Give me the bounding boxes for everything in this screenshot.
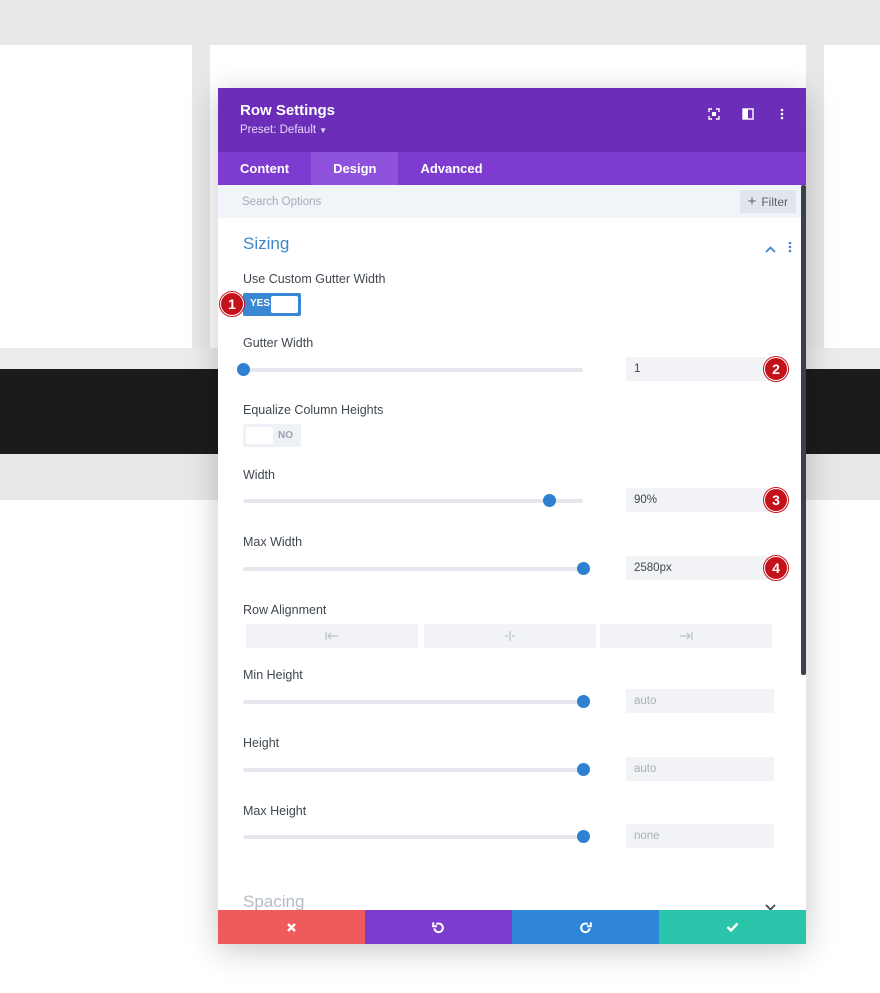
redo-icon <box>580 921 592 933</box>
modal-header: Row Settings Preset: Default ▼ <box>218 88 806 152</box>
gutter-width-input[interactable] <box>626 357 774 381</box>
align-right-icon <box>680 632 693 640</box>
callout-badge-2: 2 <box>764 357 788 381</box>
gutter-width-slider[interactable] <box>237 363 583 376</box>
modal-footer <box>218 910 806 944</box>
slider-thumb[interactable] <box>577 763 590 776</box>
min-height-label: Min Height <box>243 668 303 682</box>
filter-label: Filter <box>761 194 788 209</box>
spacing-section-title[interactable]: Spacing <box>243 892 304 910</box>
sizing-section-title[interactable]: Sizing <box>243 234 289 254</box>
slider-thumb[interactable] <box>543 494 556 507</box>
height-slider[interactable] <box>243 763 590 776</box>
height-input[interactable] <box>626 757 774 781</box>
header-actions <box>704 104 792 124</box>
scrollbar[interactable] <box>801 185 806 675</box>
slider-thumb[interactable] <box>577 562 590 575</box>
callout-badge-3: 3 <box>764 488 788 512</box>
use-custom-gutter-toggle[interactable]: YES <box>243 293 301 316</box>
sizing-section-actions <box>765 240 792 258</box>
settings-tabs: Content Design Advanced <box>218 152 806 185</box>
align-center-icon <box>505 631 515 641</box>
align-left-icon <box>325 632 338 640</box>
redo-button[interactable] <box>512 910 659 944</box>
more-vertical-icon[interactable] <box>772 104 792 124</box>
chevron-down-icon[interactable] <box>765 898 776 910</box>
slider-thumb[interactable] <box>237 363 250 376</box>
max-width-label: Max Width <box>243 535 303 549</box>
slider-thumb[interactable] <box>577 695 590 708</box>
toggle-state-text: YES <box>250 298 271 309</box>
row-settings-modal: Row Settings Preset: Default ▼ Content D… <box>218 88 806 944</box>
section-more-icon[interactable] <box>788 240 792 258</box>
toggle-knob <box>246 427 273 444</box>
modal-title: Row Settings <box>240 102 336 119</box>
split-view-icon[interactable] <box>738 104 758 124</box>
width-label: Width <box>243 468 275 482</box>
toggle-knob <box>271 296 298 313</box>
undo-icon <box>432 921 444 933</box>
gutter-width-label: Gutter Width <box>243 336 314 350</box>
width-slider[interactable] <box>243 494 583 507</box>
undo-button[interactable] <box>365 910 512 944</box>
cancel-button[interactable] <box>218 910 365 944</box>
tab-content[interactable]: Content <box>218 152 311 185</box>
width-input[interactable] <box>626 488 774 512</box>
settings-content: Sizing Use Custom Gutter Width YES 1 Gut… <box>218 218 806 910</box>
search-row: + Filter <box>218 185 806 218</box>
chevron-up-icon[interactable] <box>765 240 776 258</box>
focus-icon[interactable] <box>704 104 724 124</box>
preset-label: Preset: Default <box>240 124 317 136</box>
tab-design[interactable]: Design <box>311 152 399 185</box>
search-options-input[interactable] <box>218 185 718 218</box>
callout-badge-4: 4 <box>764 556 788 580</box>
close-icon <box>287 922 296 932</box>
check-icon <box>726 922 739 932</box>
slider-thumb[interactable] <box>577 830 590 843</box>
align-right-button[interactable] <box>600 624 772 648</box>
toggle-state-text: NO <box>278 430 293 441</box>
max-height-slider[interactable] <box>243 830 590 843</box>
max-width-slider[interactable] <box>243 562 590 575</box>
height-label: Height <box>243 736 280 750</box>
equalize-heights-toggle[interactable]: NO <box>243 424 301 447</box>
filter-button[interactable]: + Filter <box>739 190 796 213</box>
save-button[interactable] <box>659 910 806 944</box>
page-background-top <box>0 0 880 45</box>
tab-advanced[interactable]: Advanced <box>398 152 504 185</box>
equalize-heights-label: Equalize Column Heights <box>243 403 384 417</box>
align-center-button[interactable] <box>424 624 596 648</box>
align-left-button[interactable] <box>246 624 418 648</box>
caret-down-icon: ▼ <box>319 125 327 135</box>
page-column-left <box>0 45 192 348</box>
callout-badge-1: 1 <box>220 292 244 316</box>
page-column-right <box>824 45 880 348</box>
min-height-slider[interactable] <box>243 695 590 708</box>
max-height-label: Max Height <box>243 804 307 818</box>
preset-dropdown[interactable]: Preset: Default ▼ <box>240 124 784 136</box>
min-height-input[interactable] <box>626 689 774 713</box>
plus-icon: + <box>747 193 757 210</box>
use-custom-gutter-label: Use Custom Gutter Width <box>243 272 386 286</box>
row-alignment-label: Row Alignment <box>243 603 327 617</box>
max-height-input[interactable] <box>626 824 774 848</box>
max-width-input[interactable] <box>626 556 774 580</box>
